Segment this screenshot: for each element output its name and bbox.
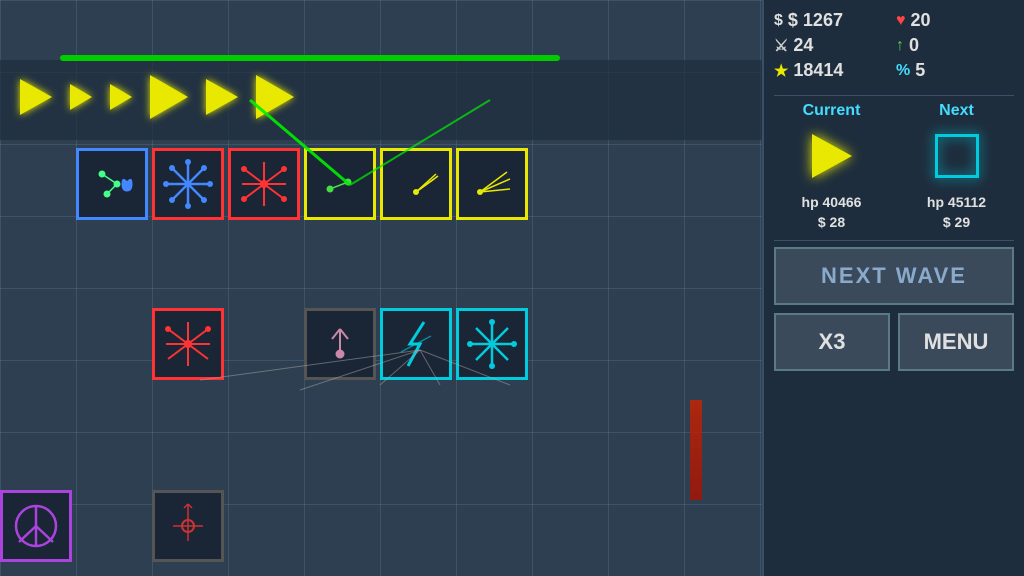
arrow-up-icon: ↑ <box>896 37 904 55</box>
next-cost-col: $ 29 <box>899 214 1014 230</box>
current-icon-area <box>774 126 889 186</box>
next-icon-area <box>899 126 1014 186</box>
current-cost: $ 28 <box>774 214 889 230</box>
tower-burst-red-2[interactable] <box>152 308 224 380</box>
enemy-4 <box>150 75 188 119</box>
current-next-labels: Current Next <box>774 102 1014 186</box>
tower-burst-red[interactable] <box>228 148 300 220</box>
next-hp: hp 45112 <box>899 194 1014 210</box>
arrow-value: 0 <box>909 35 919 56</box>
tower-multi[interactable] <box>456 148 528 220</box>
next-cost: $ 29 <box>899 214 1014 230</box>
current-column: Current <box>774 102 889 186</box>
tower-freeze-cyan[interactable] <box>456 308 528 380</box>
enemy-6 <box>256 75 294 119</box>
tower-sniper[interactable] <box>304 148 376 220</box>
tower-freeze[interactable] <box>152 148 224 220</box>
enemy-1 <box>20 79 52 115</box>
current-hp-col: hp 40466 <box>774 194 889 210</box>
tower-water[interactable] <box>76 148 148 220</box>
money-stat: $ $ 1267 <box>774 10 892 31</box>
current-label: Current <box>774 102 889 120</box>
cost-row: $ 28 $ 29 <box>774 214 1014 230</box>
next-enemy-icon <box>935 134 979 178</box>
tower-lightning[interactable] <box>380 308 452 380</box>
divider-2 <box>774 240 1014 241</box>
tower-purple[interactable] <box>0 490 72 562</box>
progress-bar <box>60 55 560 61</box>
enemy-2 <box>70 84 92 110</box>
enemy-3 <box>110 84 132 110</box>
hp-row: hp 40466 hp 45112 <box>774 194 1014 210</box>
sword-value: 24 <box>793 35 813 56</box>
current-cost-col: $ 28 <box>774 214 889 230</box>
red-bar <box>690 400 702 500</box>
right-panel: $ $ 1267 ♥ 20 ⚔ 24 ↑ 0 ★ 18414 % 5 Curre… <box>762 0 1024 576</box>
next-label: Next <box>899 102 1014 120</box>
stats-grid: $ $ 1267 ♥ 20 ⚔ 24 ↑ 0 ★ 18414 % 5 <box>774 10 1014 81</box>
arrow-stat: ↑ 0 <box>896 35 1014 56</box>
tower-arrow-up[interactable] <box>304 308 376 380</box>
next-column: Next <box>899 102 1014 186</box>
heart-stat: ♥ 20 <box>896 10 1014 31</box>
game-area <box>0 0 762 576</box>
next-wave-button[interactable]: NEXT WAVE <box>774 247 1014 305</box>
sword-icon: ⚔ <box>774 36 788 56</box>
star-icon: ★ <box>774 61 788 81</box>
percent-icon: % <box>896 62 910 80</box>
heart-icon: ♥ <box>896 12 906 30</box>
next-hp-col: hp 45112 <box>899 194 1014 210</box>
percent-value: 5 <box>915 60 925 81</box>
divider-1 <box>774 95 1014 96</box>
score-stat: ★ 18414 <box>774 60 892 81</box>
sword-stat: ⚔ 24 <box>774 35 892 56</box>
current-hp: hp 40466 <box>774 194 889 210</box>
menu-button[interactable]: MENU <box>898 313 1014 371</box>
tower-arrow[interactable] <box>380 148 452 220</box>
current-enemy-icon <box>812 134 852 178</box>
bottom-buttons: X3 MENU <box>774 313 1014 371</box>
percent-stat: % 5 <box>896 60 1014 81</box>
enemy-container <box>20 75 294 119</box>
heart-value: 20 <box>911 10 931 31</box>
score-value: 18414 <box>793 60 843 81</box>
dollar-icon: $ <box>774 12 783 30</box>
tower-crosshair[interactable] <box>152 490 224 562</box>
enemy-5 <box>206 79 238 115</box>
money-value: $ 1267 <box>788 10 843 31</box>
speed-button[interactable]: X3 <box>774 313 890 371</box>
